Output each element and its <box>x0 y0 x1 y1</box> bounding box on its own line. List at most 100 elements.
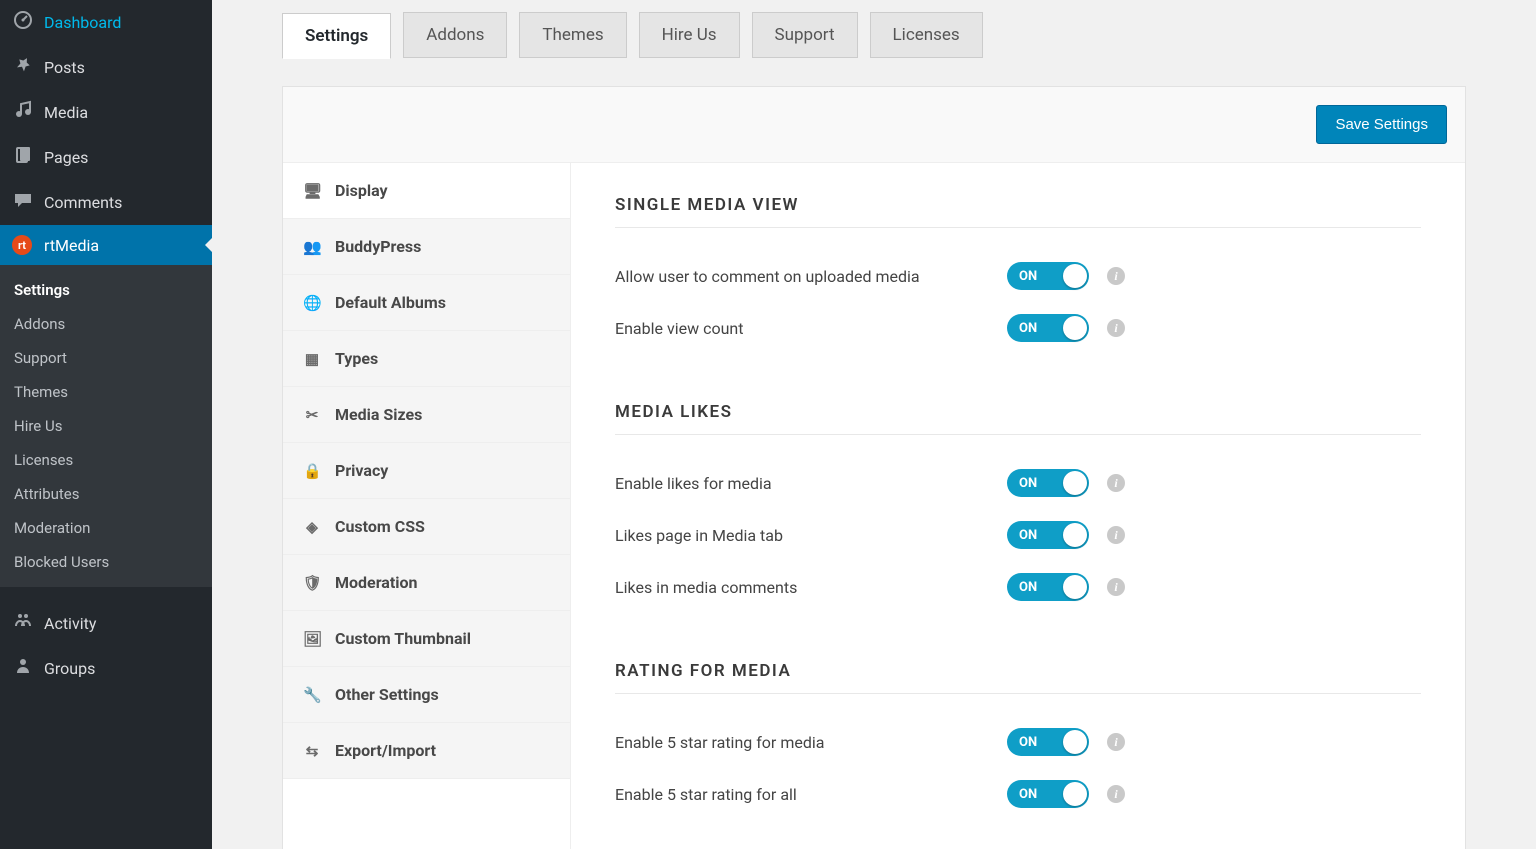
tab-addons[interactable]: Addons <box>403 12 507 58</box>
setting-row: Enable 5 star rating for media ON i <box>615 716 1421 768</box>
subnav-label: Privacy <box>335 461 388 480</box>
section-rating-media: RATING FOR MEDIA Enable 5 star rating fo… <box>615 661 1421 820</box>
section-single-media-view: SINGLE MEDIA VIEW Allow user to comment … <box>615 195 1421 354</box>
sidebar-item-groups[interactable]: Groups <box>0 646 212 691</box>
subnav-privacy[interactable]: 🔒 Privacy <box>283 443 570 499</box>
groups-icon <box>12 656 34 681</box>
sidebar-label: Groups <box>44 659 95 678</box>
save-bar: Save Settings <box>283 87 1465 163</box>
tab-licenses[interactable]: Licenses <box>870 12 983 58</box>
setting-label: Likes in media comments <box>615 578 1007 597</box>
globe-icon: 🌐 <box>303 294 321 312</box>
tab-settings[interactable]: Settings <box>282 13 391 59</box>
dashboard-icon <box>12 10 34 35</box>
sidebar-item-rtmedia[interactable]: rt rtMedia <box>0 225 212 265</box>
info-icon[interactable]: i <box>1107 785 1125 803</box>
section-title: RATING FOR MEDIA <box>615 661 1421 694</box>
pin-icon <box>12 55 34 80</box>
types-icon: ▦ <box>303 350 321 368</box>
settings-subnav: 🖥Display 👥BuddyPress 🌐 Default Albums ▦Ty… <box>283 163 571 849</box>
setting-row: Likes in media comments ON i <box>615 561 1421 613</box>
subnav-label: Media Sizes <box>335 405 422 424</box>
sidebar-item-pages[interactable]: Pages <box>0 135 212 180</box>
setting-label: Enable likes for media <box>615 474 1007 493</box>
admin-sidebar: Dashboard Posts Media Pages <box>0 0 212 849</box>
info-icon[interactable]: i <box>1107 526 1125 544</box>
toggle-5star[interactable]: ON <box>1007 728 1089 756</box>
settings-panel: Save Settings 🖥Display 👥BuddyPress 🌐 Defa… <box>282 86 1466 849</box>
sidebar-item-dashboard[interactable]: Dashboard <box>0 0 212 45</box>
setting-label: Enable 5 star rating for all <box>615 785 1007 804</box>
info-icon[interactable]: i <box>1107 578 1125 596</box>
setting-row: Enable likes for media ON i <box>615 457 1421 509</box>
submenu-addons[interactable]: Addons <box>0 307 212 341</box>
submenu-blocked[interactable]: Blocked Users <box>0 545 212 579</box>
wrench-icon: 🔧 <box>303 686 321 704</box>
setting-row: Allow user to comment on uploaded media … <box>615 250 1421 302</box>
toggle-view-count[interactable]: ON <box>1007 314 1089 342</box>
css-icon: ◈ <box>303 518 321 536</box>
subnav-moderation[interactable]: 🛡Moderation <box>283 555 570 611</box>
tab-support[interactable]: Support <box>752 12 858 58</box>
subnav-label: Custom Thumbnail <box>335 629 471 648</box>
lock-icon: 🔒 <box>303 462 321 480</box>
sidebar-item-comments[interactable]: Comments <box>0 180 212 225</box>
display-icon: 🖥 <box>303 182 321 200</box>
settings-content: SINGLE MEDIA VIEW Allow user to comment … <box>571 163 1465 849</box>
toggle-likes-page[interactable]: ON <box>1007 521 1089 549</box>
shield-icon: 🛡 <box>303 574 321 592</box>
sidebar-label: Pages <box>44 148 88 167</box>
sidebar-label: Media <box>44 103 88 122</box>
submenu-hireus[interactable]: Hire Us <box>0 409 212 443</box>
comments-icon <box>12 190 34 215</box>
subnav-label: Other Settings <box>335 685 439 704</box>
submenu-settings[interactable]: Settings <box>0 273 212 307</box>
sidebar-label: rtMedia <box>44 236 99 255</box>
subnav-other[interactable]: 🔧 Other Settings <box>283 667 570 723</box>
submenu-moderation[interactable]: Moderation <box>0 511 212 545</box>
tab-bar: Settings Addons Themes Hire Us Support L… <box>282 12 1516 58</box>
sidebar-item-media[interactable]: Media <box>0 90 212 135</box>
main-content: Settings Addons Themes Hire Us Support L… <box>212 0 1536 849</box>
info-icon[interactable]: i <box>1107 319 1125 337</box>
tab-hireus[interactable]: Hire Us <box>639 12 740 58</box>
submenu-licenses[interactable]: Licenses <box>0 443 212 477</box>
toggle-likes-comments[interactable]: ON <box>1007 573 1089 601</box>
submenu-themes[interactable]: Themes <box>0 375 212 409</box>
pages-icon <box>12 145 34 170</box>
subnav-display[interactable]: 🖥Display <box>283 163 570 219</box>
save-settings-button[interactable]: Save Settings <box>1316 105 1447 144</box>
sidebar-item-activity[interactable]: Activity <box>0 601 212 646</box>
subnav-label: Custom CSS <box>335 517 425 536</box>
toggle-allow-comment[interactable]: ON <box>1007 262 1089 290</box>
subnav-customcss[interactable]: ◈ Custom CSS <box>283 499 570 555</box>
media-icon <box>12 100 34 125</box>
subnav-buddypress[interactable]: 👥BuddyPress <box>283 219 570 275</box>
image-icon: 🖼 <box>303 630 321 648</box>
subnav-defaultalbums[interactable]: 🌐 Default Albums <box>283 275 570 331</box>
subnav-label: Export/Import <box>335 741 436 760</box>
tab-themes[interactable]: Themes <box>519 12 626 58</box>
subnav-mediasizes[interactable]: ✂ Media Sizes <box>283 387 570 443</box>
toggle-enable-likes[interactable]: ON <box>1007 469 1089 497</box>
info-icon[interactable]: i <box>1107 267 1125 285</box>
submenu-support[interactable]: Support <box>0 341 212 375</box>
subnav-thumbnail[interactable]: 🖼 Custom Thumbnail <box>283 611 570 667</box>
submenu-attributes[interactable]: Attributes <box>0 477 212 511</box>
setting-label: Enable 5 star rating for media <box>615 733 1007 752</box>
setting-row: Likes page in Media tab ON i <box>615 509 1421 561</box>
section-title: MEDIA LIKES <box>615 402 1421 435</box>
buddypress-icon: 👥 <box>303 238 321 256</box>
subnav-exportimport[interactable]: ⇆ Export/Import <box>283 723 570 779</box>
transfer-icon: ⇆ <box>303 742 321 760</box>
activity-icon <box>12 611 34 636</box>
info-icon[interactable]: i <box>1107 474 1125 492</box>
info-icon[interactable]: i <box>1107 733 1125 751</box>
sidebar-item-posts[interactable]: Posts <box>0 45 212 90</box>
subnav-label: Default Albums <box>335 293 446 312</box>
subnav-types[interactable]: ▦Types <box>283 331 570 387</box>
setting-label: Enable view count <box>615 319 1007 338</box>
toggle-5star-all[interactable]: ON <box>1007 780 1089 808</box>
sizes-icon: ✂ <box>303 406 321 424</box>
sidebar-label: Comments <box>44 193 122 212</box>
